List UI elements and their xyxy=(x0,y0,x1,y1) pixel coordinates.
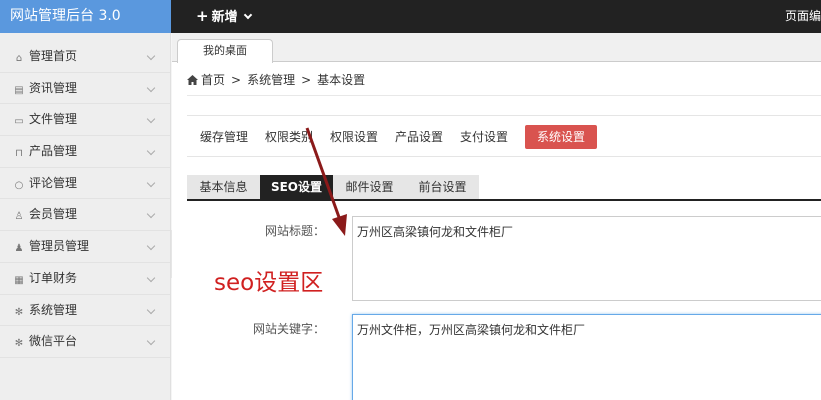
subnav-permission-category[interactable]: 权限类别 xyxy=(265,125,313,149)
site-title-field[interactable]: 万州区高梁镇何龙和文件柜厂 xyxy=(352,216,821,301)
sidebar-item-members[interactable]: ♙ 会员管理 xyxy=(0,199,170,232)
image-icon: ▭ xyxy=(14,116,24,128)
gear-icon: ✻ xyxy=(14,306,24,318)
sidebar-item-admins[interactable]: ♟ 管理员管理 xyxy=(0,231,170,263)
news-icon: ▤ xyxy=(14,84,24,96)
sidebar-item-wechat[interactable]: ✻ 微信平台 xyxy=(0,326,170,358)
sidebar-item-label: 文件管理 xyxy=(29,112,78,127)
settings-subnav: 缓存管理 权限类别 权限设置 产品设置 支付设置 系统设置 xyxy=(187,115,821,157)
plus-icon: + xyxy=(196,7,209,25)
subnav-payment-settings[interactable]: 支付设置 xyxy=(460,125,508,149)
top-bar: 网站管理后台 3.0 + 新增 页面编 xyxy=(0,0,821,33)
site-title-label: 网站标题： xyxy=(264,224,325,238)
bag-icon: ⊓ xyxy=(15,148,23,160)
sidebar: ⌂ 管理首页 ▤ 资讯管理 ▭ 文件管理 ⊓ 产品管理 ○ 评论管理 ♙ 会员管理 ♟ 管理员… xyxy=(0,33,171,400)
app-title[interactable]: 网站管理后台 3.0 xyxy=(0,0,171,33)
sidebar-item-label: 微信平台 xyxy=(29,334,78,349)
settings-tabs-divider xyxy=(187,199,821,201)
add-menu-button[interactable]: + 新增 xyxy=(196,0,252,33)
tab-seo-settings[interactable]: SEO设置 xyxy=(260,175,333,199)
admin-icon: ♟ xyxy=(14,243,24,255)
sidebar-item-system[interactable]: ✻ 系统管理 xyxy=(0,295,170,327)
sidebar-item-comments[interactable]: ○ 评论管理 xyxy=(0,168,170,200)
sidebar-item-home[interactable]: ⌂ 管理首页 xyxy=(0,41,170,73)
site-keywords-label: 网站关键字： xyxy=(252,322,325,336)
subnav-system-settings[interactable]: 系统设置 xyxy=(525,125,598,149)
subnav-cache[interactable]: 缓存管理 xyxy=(200,125,248,149)
sidebar-item-label: 系统管理 xyxy=(29,302,78,317)
cart-icon: ▦ xyxy=(14,274,24,286)
sidebar-item-label: 会员管理 xyxy=(29,207,78,222)
breadcrumb-level2[interactable]: 系统管理 xyxy=(247,73,295,87)
sidebar-item-label: 资讯管理 xyxy=(29,80,78,95)
chevron-down-icon xyxy=(146,83,156,92)
chevron-down-icon xyxy=(243,10,252,20)
tab-basic-info[interactable]: 基本信息 xyxy=(187,175,260,199)
breadcrumb: 首页 > 系统管理 > 基本设置 xyxy=(187,71,365,88)
sidebar-item-label: 订单财务 xyxy=(29,270,78,285)
subnav-permission-settings[interactable]: 权限设置 xyxy=(330,125,378,149)
site-keywords-field[interactable]: 万州文件柜，万州区高梁镇何龙和文件柜厂 xyxy=(352,314,821,400)
breadcrumb-home[interactable]: 首页 xyxy=(201,73,225,87)
sidebar-item-news[interactable]: ▤ 资讯管理 xyxy=(0,73,170,105)
sidebar-item-products[interactable]: ⊓ 产品管理 xyxy=(0,136,170,168)
add-menu-label: 新增 xyxy=(211,10,238,25)
tab-my-desktop[interactable]: 我的桌面 xyxy=(177,39,273,63)
breadcrumb-separator: > xyxy=(301,73,312,87)
subnav-product-settings[interactable]: 产品设置 xyxy=(395,125,443,149)
breadcrumb-separator: > xyxy=(231,73,242,87)
chevron-down-icon xyxy=(146,146,156,156)
sidebar-item-orders[interactable]: ▦ 订单财务 xyxy=(0,263,170,295)
chevron-down-icon xyxy=(146,273,156,283)
main-content: 我的桌面 首页 > 系统管理 > 基本设置 缓存管理 权限类别 权限设置 产品设置 支付… xyxy=(172,33,821,400)
tab-mail-settings[interactable]: 邮件设置 xyxy=(333,175,406,199)
gear-icon: ✻ xyxy=(14,338,24,350)
home-icon: ⌂ xyxy=(15,53,23,64)
breadcrumb-divider xyxy=(187,95,821,96)
top-right-link[interactable]: 页面编 xyxy=(785,0,821,33)
sidebar-item-label: 管理首页 xyxy=(29,49,78,63)
chevron-down-icon xyxy=(146,336,156,346)
chevron-down-icon xyxy=(146,305,156,314)
comment-icon: ○ xyxy=(14,179,24,191)
chevron-down-icon xyxy=(146,210,156,219)
chevron-down-icon xyxy=(146,51,156,61)
chevron-down-icon xyxy=(146,115,156,124)
sidebar-item-files[interactable]: ▭ 文件管理 xyxy=(0,104,170,137)
home-icon xyxy=(187,75,198,85)
breadcrumb-level3: 基本设置 xyxy=(317,73,366,87)
chevron-down-icon xyxy=(146,178,156,187)
sidebar-item-label: 产品管理 xyxy=(29,144,78,159)
tab-frontend-settings[interactable]: 前台设置 xyxy=(406,175,479,199)
user-icon: ♙ xyxy=(14,211,24,223)
seo-area-annotation: seo设置区 xyxy=(214,270,324,296)
sidebar-item-label: 评论管理 xyxy=(29,175,78,190)
sidebar-item-label: 管理员管理 xyxy=(29,239,90,254)
tab-strip: 我的桌面 xyxy=(172,33,821,63)
admin-app: 网站管理后台 3.0 + 新增 页面编 ⌂ 管理首页 ▤ 资讯管理 ▭ 文件管理 ⊓ 产品… xyxy=(0,0,821,400)
chevron-down-icon xyxy=(146,241,156,251)
